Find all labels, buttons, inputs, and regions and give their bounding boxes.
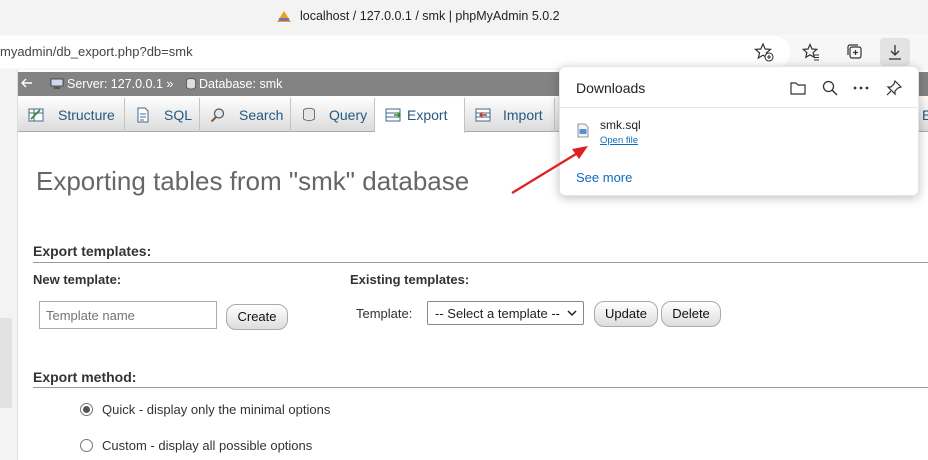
- tab-more-clipped[interactable]: E: [922, 98, 928, 132]
- more-options-icon[interactable]: [852, 79, 870, 97]
- tab-export[interactable]: Export: [375, 98, 465, 133]
- tab-label: Export: [407, 107, 448, 123]
- divider: [33, 387, 928, 388]
- downloads-title: Downloads: [576, 80, 646, 96]
- tab-import[interactable]: Import: [465, 98, 555, 132]
- divider: [560, 107, 920, 108]
- export-icon: [385, 108, 401, 122]
- url-text[interactable]: myadmin/db_export.php?db=smk: [0, 44, 193, 59]
- toolbar: myadmin/db_export.php?db=smk: [0, 34, 928, 70]
- chevron-down-icon: [567, 310, 577, 317]
- export-method-title: Export method:: [33, 369, 137, 385]
- server-icon: [50, 78, 64, 89]
- query-icon: [303, 107, 315, 122]
- downloads-panel: Downloads smk.sql Open file See more: [559, 66, 920, 196]
- pin-icon[interactable]: [885, 79, 903, 97]
- divider: [33, 262, 928, 263]
- breadcrumb-server[interactable]: Server: 127.0.0.1 »: [67, 77, 173, 91]
- tab-label: Query: [329, 107, 368, 123]
- delete-button[interactable]: Delete: [661, 301, 721, 327]
- browser-window: localhost / 127.0.0.1 / smk | phpMyAdmin…: [0, 0, 928, 460]
- template-select-value: -- Select a template --: [435, 306, 560, 321]
- address-bar[interactable]: myadmin/db_export.php?db=smk: [0, 36, 790, 68]
- collections-button[interactable]: [840, 38, 870, 66]
- favorites-button[interactable]: [796, 38, 826, 66]
- template-label: Template:: [356, 306, 413, 321]
- new-template-title: New template:: [33, 272, 122, 287]
- favorites-icon: [802, 43, 819, 61]
- phpmyadmin-logo-icon: [277, 11, 291, 22]
- structure-icon: [28, 108, 44, 122]
- tab-label: Search: [239, 107, 284, 123]
- breadcrumb-database[interactable]: Database: smk: [199, 77, 282, 91]
- downloads-button[interactable]: [880, 38, 910, 66]
- download-icon: [889, 45, 901, 60]
- collections-icon: [847, 44, 862, 59]
- see-more-link[interactable]: See more: [576, 170, 632, 185]
- navigation-panel-edge: [0, 70, 18, 460]
- sql-icon: [137, 107, 149, 123]
- tab-sql[interactable]: SQL: [125, 98, 200, 132]
- open-file-link[interactable]: Open file: [600, 135, 638, 146]
- tab-label: SQL: [164, 107, 193, 123]
- custom-export-label[interactable]: Custom - display all possible options: [102, 438, 312, 453]
- database-icon: [186, 78, 196, 90]
- template-select[interactable]: -- Select a template --: [427, 301, 584, 325]
- export-templates-title: Export templates:: [33, 243, 152, 259]
- folder-icon[interactable]: [789, 79, 807, 97]
- search-icon[interactable]: [821, 79, 839, 97]
- download-file-name[interactable]: smk.sql: [600, 118, 641, 132]
- update-button[interactable]: Update: [594, 301, 658, 327]
- quick-export-label[interactable]: Quick - display only the minimal options: [102, 402, 330, 417]
- import-icon: [475, 108, 491, 122]
- quick-export-radio[interactable]: [80, 403, 93, 416]
- custom-export-radio[interactable]: [80, 439, 93, 452]
- sql-file-icon: [577, 123, 589, 138]
- tab-structure[interactable]: Structure: [18, 98, 125, 132]
- window-title: localhost / 127.0.0.1 / smk | phpMyAdmin…: [300, 9, 560, 23]
- panel-resize-handle[interactable]: [0, 318, 12, 408]
- settings-more-button[interactable]: [922, 38, 928, 66]
- page-title: Exporting tables from "smk" database: [36, 166, 470, 196]
- create-button[interactable]: Create: [226, 304, 288, 330]
- tab-search[interactable]: Search: [200, 98, 291, 132]
- collapse-arrow-icon[interactable]: [20, 76, 34, 90]
- tab-label: Structure: [58, 107, 115, 123]
- title-bar: localhost / 127.0.0.1 / smk | phpMyAdmin…: [0, 0, 928, 34]
- template-name-input[interactable]: [39, 301, 217, 329]
- existing-templates-title: Existing templates:: [350, 272, 470, 287]
- tab-label: Import: [503, 107, 543, 123]
- add-favorite-icon[interactable]: [754, 42, 774, 62]
- tab-query[interactable]: Query: [291, 98, 375, 132]
- search-icon: [210, 108, 225, 123]
